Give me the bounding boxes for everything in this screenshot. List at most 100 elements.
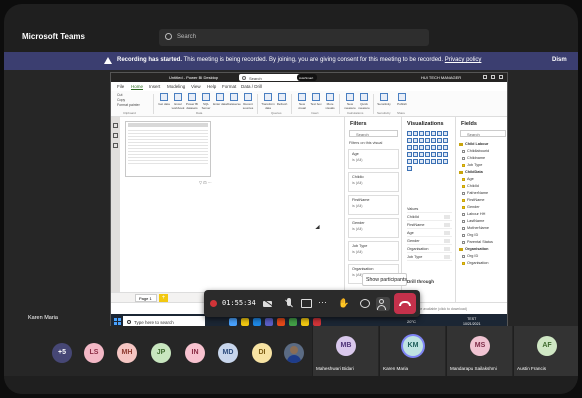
raise-hand-button[interactable]: ✋ (338, 297, 352, 311)
menu-file[interactable]: File (117, 84, 124, 89)
field-dropdown-icon[interactable] (444, 239, 450, 243)
menu-home[interactable]: Home (131, 84, 144, 90)
mic-button[interactable] (282, 297, 296, 311)
visual-type-icon[interactable] (443, 159, 448, 164)
checkbox-icon[interactable] (462, 212, 465, 216)
checkbox-icon[interactable] (462, 240, 465, 244)
dataverse-button[interactable]: Dataverse (227, 93, 241, 106)
checkbox-icon[interactable] (462, 233, 465, 237)
field-item[interactable]: Gender (462, 205, 480, 209)
maximize-icon[interactable] (491, 75, 495, 79)
field-item[interactable]: MotherName (462, 226, 489, 230)
powerbi-datasets-button[interactable]: Power BI datasets (185, 93, 199, 110)
refresh-button[interactable]: Refresh (275, 93, 289, 106)
privacy-policy-link[interactable]: Privacy policy (445, 57, 482, 63)
report-view-icon[interactable] (113, 123, 118, 128)
participant-tile[interactable]: MS Mandarapu Sailakshmi (446, 326, 512, 376)
checkbox-icon[interactable] (462, 156, 465, 160)
visual-type-icon[interactable] (407, 131, 412, 136)
menu-insert[interactable]: Insert (149, 84, 160, 89)
visual-type-icon[interactable] (437, 159, 442, 164)
checkbox-checked-icon[interactable] (462, 261, 465, 265)
visual-type-grid[interactable] (407, 131, 453, 173)
visual-type-icon[interactable] (407, 166, 412, 171)
leave-call-button[interactable] (394, 293, 416, 314)
sql-server-button[interactable]: SQL Server (199, 93, 213, 110)
windows-start-icon[interactable] (114, 318, 121, 325)
field-table-organisation[interactable]: Organisation (459, 247, 488, 251)
field-table-childdata[interactable]: ChildData (459, 170, 483, 174)
enter-data-button[interactable]: Enter data (213, 93, 227, 106)
checkbox-checked-icon[interactable] (462, 205, 465, 209)
office-icon[interactable] (277, 318, 285, 326)
field-item[interactable]: LastName (462, 219, 484, 223)
more-actions-button[interactable]: ⋯ (318, 297, 332, 311)
visual-type-icon[interactable] (443, 131, 448, 136)
excel-workbook-button[interactable]: Excel workbook (171, 93, 185, 110)
visual-type-icon[interactable] (425, 131, 430, 136)
filter-card-age[interactable]: Age is (All) (348, 149, 399, 169)
table-visual[interactable] (125, 121, 211, 177)
checkbox-checked-icon[interactable] (462, 198, 465, 202)
visual-type-icon[interactable] (437, 138, 442, 143)
visual-type-icon[interactable] (431, 152, 436, 157)
field-item[interactable]: Age (462, 177, 474, 181)
visual-header-icons[interactable]: ▽ ⊡ ⋯ (199, 180, 212, 185)
transform-data-button[interactable]: Transform data (261, 93, 275, 110)
model-view-icon[interactable] (113, 143, 118, 148)
file-explorer-icon[interactable] (241, 318, 249, 326)
get-data-button[interactable]: Get data (157, 93, 171, 106)
participant-avatar-md[interactable]: MD (218, 343, 238, 363)
visual-type-icon[interactable] (431, 145, 436, 150)
menu-format[interactable]: Format (222, 84, 236, 89)
visual-type-icon[interactable] (419, 159, 424, 164)
checkbox-icon[interactable] (462, 226, 465, 230)
add-page-button[interactable]: + (159, 294, 168, 302)
visual-type-icon[interactable] (431, 159, 436, 164)
participant-avatar-jp[interactable]: JP (151, 343, 171, 363)
filter-card-jobtype[interactable]: Job Type is (All) (348, 241, 399, 261)
powerbi-app-icon[interactable] (301, 318, 309, 326)
teams-icon[interactable] (265, 318, 273, 326)
participant-photo-avatar[interactable] (284, 343, 304, 363)
viz-well-values[interactable]: Values (407, 207, 452, 213)
camera-off-button[interactable] (262, 297, 276, 311)
close-icon[interactable] (499, 75, 503, 79)
participant-avatar-mh[interactable]: MH (117, 343, 137, 363)
page-tab-1[interactable]: Page 1 (135, 294, 157, 302)
menu-modeling[interactable]: Modeling (167, 84, 185, 89)
visual-type-icon[interactable] (419, 152, 424, 157)
overflow-participants[interactable]: +5 (52, 343, 72, 363)
report-canvas[interactable]: ▽ ⊡ ⋯ (120, 117, 344, 292)
visual-type-icon[interactable] (443, 145, 448, 150)
field-item[interactable]: Labour HH (462, 212, 485, 216)
field-item[interactable]: FatherName (462, 191, 488, 195)
filter-card-childid[interactable]: Childlo is (All) (348, 172, 399, 192)
powerbi-search[interactable]: Search (239, 74, 301, 81)
visual-type-icon[interactable] (413, 152, 418, 157)
menu-help[interactable]: Help (207, 84, 216, 89)
visual-type-icon[interactable] (443, 152, 448, 157)
visual-type-icon[interactable] (419, 138, 424, 143)
format-painter-button[interactable]: Format painter (117, 103, 140, 107)
filter-card-gender[interactable]: Gender is (All) (348, 218, 399, 238)
visual-type-icon[interactable] (419, 145, 424, 150)
field-item[interactable]: Org ID (462, 233, 478, 237)
field-table-child-labour[interactable]: Child Labour (459, 142, 488, 146)
viz-field-gender[interactable]: Gender (407, 239, 452, 245)
viz-field-age[interactable]: Age (407, 231, 452, 237)
text-box-button[interactable]: Text box (309, 93, 323, 106)
dismiss-button[interactable]: Dism (552, 57, 567, 63)
visual-type-icon[interactable] (437, 131, 442, 136)
viz-field-childid[interactable]: ChildId (407, 215, 452, 221)
filter-card-firstname[interactable]: FirstName is (All) (348, 195, 399, 215)
field-item[interactable]: FirstName (462, 198, 485, 202)
visual-type-icon[interactable] (413, 138, 418, 143)
field-dropdown-icon[interactable] (444, 231, 450, 235)
participant-tile[interactable]: MB Maheshwari Bidari (312, 326, 378, 376)
field-item[interactable]: Parental Status (462, 240, 493, 244)
viz-field-firstname[interactable]: FirstName (407, 223, 452, 229)
field-dropdown-icon[interactable] (444, 255, 450, 259)
checkbox-icon[interactable] (462, 254, 465, 258)
recent-sources-button[interactable]: Recent sources (241, 93, 255, 110)
